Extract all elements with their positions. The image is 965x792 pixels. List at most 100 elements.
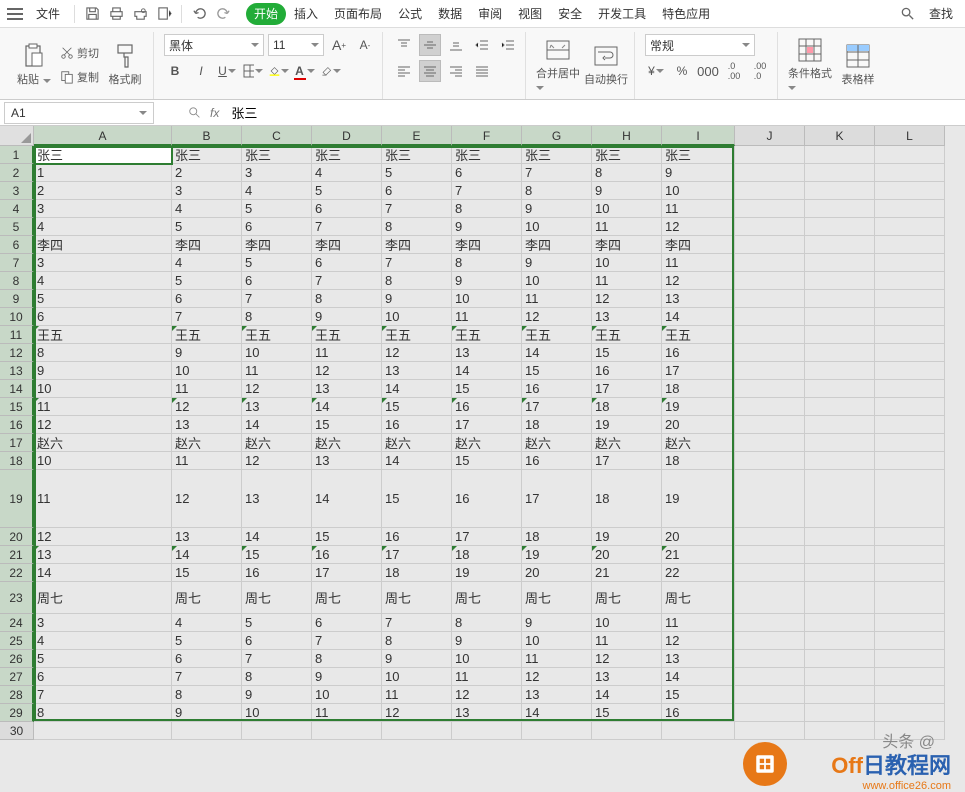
cell[interactable]: 赵六 — [592, 434, 662, 452]
cell[interactable]: 3 — [34, 614, 172, 632]
cell[interactable]: 8 — [382, 632, 452, 650]
redo-icon[interactable] — [212, 3, 234, 25]
col-header[interactable]: L — [875, 126, 945, 146]
cell[interactable]: 7 — [312, 218, 382, 236]
cell[interactable] — [805, 650, 875, 668]
cell[interactable] — [735, 218, 805, 236]
cell[interactable]: 9 — [452, 272, 522, 290]
cell[interactable] — [805, 362, 875, 380]
row-header[interactable]: 6 — [0, 236, 34, 254]
cell[interactable]: 9 — [382, 290, 452, 308]
cell[interactable]: 李四 — [172, 236, 242, 254]
cell[interactable] — [735, 200, 805, 218]
underline-icon[interactable]: U — [216, 60, 238, 82]
cell[interactable] — [805, 704, 875, 722]
cell[interactable] — [735, 704, 805, 722]
cell[interactable] — [875, 218, 945, 236]
cell[interactable]: 周七 — [662, 582, 735, 614]
col-header[interactable]: G — [522, 126, 592, 146]
cell[interactable]: 李四 — [34, 236, 172, 254]
cell[interactable] — [805, 564, 875, 582]
cell[interactable]: 9 — [452, 218, 522, 236]
cell[interactable] — [735, 308, 805, 326]
cell[interactable] — [735, 236, 805, 254]
cell[interactable]: 6 — [242, 632, 312, 650]
align-right-icon[interactable] — [445, 60, 467, 82]
cell[interactable]: 10 — [592, 200, 662, 218]
cell[interactable]: 李四 — [592, 236, 662, 254]
cell[interactable]: 4 — [172, 254, 242, 272]
cell[interactable]: 15 — [382, 470, 452, 528]
cell[interactable] — [735, 416, 805, 434]
cell[interactable]: 18 — [592, 470, 662, 528]
cell[interactable]: 赵六 — [172, 434, 242, 452]
cell[interactable]: 17 — [592, 452, 662, 470]
cell[interactable] — [735, 650, 805, 668]
cell[interactable]: 18 — [522, 416, 592, 434]
row-header[interactable]: 23 — [0, 582, 34, 614]
cell[interactable] — [875, 380, 945, 398]
cell[interactable]: 14 — [312, 398, 382, 416]
cell[interactable]: 7 — [382, 200, 452, 218]
cell[interactable] — [805, 614, 875, 632]
cell[interactable]: 11 — [452, 308, 522, 326]
cell[interactable]: 12 — [662, 272, 735, 290]
cell[interactable] — [875, 398, 945, 416]
cell[interactable] — [875, 326, 945, 344]
cell[interactable] — [735, 434, 805, 452]
cell[interactable]: 8 — [242, 308, 312, 326]
cell[interactable]: 周七 — [34, 582, 172, 614]
cell[interactable]: 15 — [312, 528, 382, 546]
cell[interactable]: 王五 — [172, 326, 242, 344]
increase-font-icon[interactable]: A+ — [328, 34, 350, 56]
cell[interactable]: 5 — [34, 650, 172, 668]
cell[interactable] — [875, 470, 945, 528]
cell[interactable]: 5 — [242, 254, 312, 272]
cell[interactable] — [735, 582, 805, 614]
cell[interactable]: 12 — [662, 218, 735, 236]
cell[interactable]: 李四 — [382, 236, 452, 254]
cell[interactable]: 张三 — [172, 146, 242, 164]
cell[interactable]: 7 — [172, 668, 242, 686]
fill-color-icon[interactable] — [268, 60, 290, 82]
cell[interactable]: 6 — [34, 668, 172, 686]
cell[interactable] — [805, 164, 875, 182]
cell[interactable]: 12 — [172, 398, 242, 416]
cell[interactable] — [805, 308, 875, 326]
cell[interactable]: 4 — [312, 164, 382, 182]
col-header[interactable]: F — [452, 126, 522, 146]
menu-tab-6[interactable]: 视图 — [510, 3, 550, 25]
cell[interactable]: 9 — [312, 668, 382, 686]
cell[interactable]: 5 — [242, 614, 312, 632]
cell[interactable]: 19 — [662, 470, 735, 528]
cell[interactable]: 19 — [452, 564, 522, 582]
cell[interactable]: 李四 — [662, 236, 735, 254]
row-header[interactable]: 1 — [0, 146, 34, 164]
cell[interactable]: 12 — [592, 290, 662, 308]
cell[interactable]: 周七 — [452, 582, 522, 614]
name-box[interactable]: A1 — [4, 102, 154, 124]
cell[interactable]: 14 — [522, 704, 592, 722]
cell[interactable]: 10 — [662, 182, 735, 200]
cell[interactable]: 12 — [34, 528, 172, 546]
cell[interactable] — [735, 564, 805, 582]
cell[interactable]: 14 — [592, 686, 662, 704]
cell[interactable]: 12 — [592, 650, 662, 668]
cell[interactable]: 11 — [382, 686, 452, 704]
cell[interactable] — [875, 416, 945, 434]
italic-icon[interactable]: I — [190, 60, 212, 82]
cell[interactable]: 21 — [592, 564, 662, 582]
cell[interactable]: 3 — [172, 182, 242, 200]
cell[interactable]: 王五 — [662, 326, 735, 344]
percent-icon[interactable]: % — [671, 60, 693, 82]
cell[interactable]: 4 — [34, 218, 172, 236]
cell[interactable]: 13 — [34, 546, 172, 564]
cell[interactable]: 11 — [662, 614, 735, 632]
cell[interactable]: 王五 — [242, 326, 312, 344]
cell[interactable] — [172, 722, 242, 740]
cell[interactable]: 7 — [242, 650, 312, 668]
cell[interactable]: 赵六 — [522, 434, 592, 452]
cell[interactable]: 王五 — [592, 326, 662, 344]
cell[interactable]: 周七 — [592, 582, 662, 614]
menu-tab-3[interactable]: 公式 — [390, 3, 430, 25]
